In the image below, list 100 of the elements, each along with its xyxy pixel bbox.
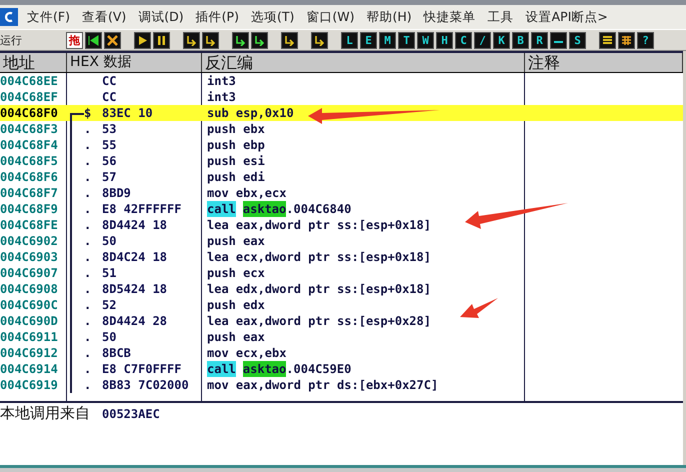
- toolbar-button[interactable]: T: [398, 32, 415, 48]
- disassembly-cell: push ebp: [207, 137, 265, 153]
- address-cell-text: 004C6907: [0, 265, 59, 281]
- address-cell-text: 004C6902: [0, 233, 59, 249]
- menu-item[interactable]: 插件(P): [190, 8, 246, 26]
- info-label: 本地调用来自: [0, 404, 90, 423]
- address-cell-text: 004C6903: [0, 249, 59, 265]
- hex-cell: 8D4424 18: [102, 217, 168, 233]
- call-keyword: call: [207, 361, 236, 377]
- address-cell-text: 004C68F9: [0, 201, 59, 217]
- disassembly-cell: lea ecx,dword ptr ss:[esp+0x18]: [207, 249, 431, 265]
- app-logo-icon: [0, 8, 18, 26]
- hex-cell: CC: [102, 89, 116, 105]
- call-address: .004C6840: [286, 201, 352, 217]
- pause-icon[interactable]: [153, 32, 170, 48]
- call-address: .004C59E0: [286, 361, 352, 377]
- marker: .: [84, 153, 92, 169]
- address-cell-text: 004C68F6: [0, 169, 59, 185]
- disassembly-cell: lea eax,dword ptr ss:[esp+0x28]: [207, 313, 431, 329]
- address-cell-text: 004C690C: [0, 297, 59, 313]
- toolbar-button[interactable]: /: [474, 32, 491, 48]
- column-header[interactable]: 地址: [0, 53, 67, 72]
- menu-item[interactable]: 窗口(W): [301, 8, 362, 26]
- toolbar-button[interactable]: ?: [637, 32, 654, 48]
- hex-cell: 55: [102, 137, 116, 153]
- marker: .: [84, 313, 92, 329]
- toolbar-button[interactable]: M: [379, 32, 396, 48]
- disassembly-cell: push ebx: [207, 121, 265, 137]
- hex-cell: 83EC 10: [102, 105, 153, 121]
- address-cell: 004C68F0: [0, 105, 67, 121]
- toolbar-button[interactable]: H: [436, 32, 453, 48]
- menu-item[interactable]: 工具: [482, 8, 521, 26]
- column-header[interactable]: 反汇编: [202, 53, 525, 72]
- list-icon[interactable]: [599, 32, 616, 48]
- close-icon[interactable]: [104, 32, 121, 48]
- marker: .: [84, 137, 92, 153]
- info-value: 00523AEC: [102, 406, 160, 423]
- hex-cell: 51: [102, 265, 116, 281]
- marker: .: [84, 185, 92, 201]
- address-cell-text: 004C690D: [0, 313, 59, 329]
- menu-item[interactable]: 帮助(H): [361, 8, 419, 26]
- menu-item[interactable]: 查看(V): [76, 8, 134, 26]
- status-label: 运行: [0, 32, 23, 48]
- dots-icon[interactable]: [550, 32, 567, 48]
- hex-cell: 50: [102, 329, 116, 345]
- toolbar-button[interactable]: L: [341, 32, 358, 48]
- hex-cell: 57: [102, 169, 116, 185]
- trace-over-icon[interactable]: [251, 32, 268, 48]
- menu-item[interactable]: 调试(D): [133, 8, 191, 26]
- marker: .: [84, 345, 92, 361]
- marker: .: [84, 297, 92, 313]
- marker: .: [84, 121, 92, 137]
- disassembly-cell: push edi: [207, 169, 265, 185]
- disassembly-cell: mov ebx,ecx: [207, 185, 286, 201]
- grid-icon[interactable]: [618, 32, 635, 48]
- step-into-icon[interactable]: [183, 32, 200, 48]
- disassembly-cell: push esi: [207, 153, 265, 169]
- address-cell-text: 004C6912: [0, 345, 59, 361]
- hex-cell: CC: [102, 73, 116, 89]
- disassembly-cell: int3: [207, 73, 236, 89]
- hex-cell: 8BCB: [102, 345, 131, 361]
- toolbar-button[interactable]: W: [417, 32, 434, 48]
- annotation-arrow: [460, 298, 498, 318]
- toolbar-button[interactable]: 拖: [66, 32, 83, 48]
- disassembly-cell: push ecx: [207, 265, 265, 281]
- play-icon[interactable]: [134, 32, 151, 48]
- disassembly-cell: lea eax,dword ptr ss:[esp+0x18]: [207, 217, 431, 233]
- column-header[interactable]: HEX 数据: [67, 53, 202, 72]
- disassembly-cell: push eax: [207, 233, 265, 249]
- hex-cell: 50: [102, 233, 116, 249]
- menu-item[interactable]: 设置API断点>: [520, 8, 615, 26]
- step-over-icon[interactable]: [202, 32, 219, 48]
- rewind-icon[interactable]: [85, 32, 102, 48]
- toolbar-button[interactable]: K: [493, 32, 510, 48]
- toolbar-button[interactable]: R: [531, 32, 548, 48]
- marker: .: [84, 329, 92, 345]
- menu-item[interactable]: 快捷菜单: [418, 8, 483, 26]
- address-cell-text: 004C6914: [0, 361, 59, 377]
- hex-cell: 56: [102, 153, 116, 169]
- column-header[interactable]: 注释: [525, 53, 683, 72]
- trace-into-icon[interactable]: [232, 32, 249, 48]
- toolbar-button[interactable]: S: [569, 32, 586, 48]
- hex-cell: E8 C7F0FFFF: [102, 361, 182, 377]
- address-cell-text: 004C68EE: [0, 73, 59, 89]
- address-cell-text: 004C6911: [0, 329, 59, 345]
- menu-item[interactable]: 文件(F): [22, 8, 77, 26]
- hex-cell: 8D4C24 18: [102, 249, 168, 265]
- call-keyword: call: [207, 201, 236, 217]
- hex-cell: 8BD9: [102, 185, 131, 201]
- menu-item[interactable]: 选项(T): [246, 8, 302, 26]
- disassembly-cell: mov eax,dword ptr ds:[ebx+0x27C]: [207, 377, 438, 393]
- call-target: asktao: [242, 201, 286, 217]
- marker: $: [84, 105, 92, 121]
- toolbar-button[interactable]: E: [360, 32, 377, 48]
- disassembly-cell: push edx: [207, 297, 265, 313]
- toolbar-button[interactable]: B: [512, 32, 529, 48]
- marker: .: [84, 265, 92, 281]
- toolbar-button[interactable]: C: [455, 32, 472, 48]
- address-cell-text: 004C68F3: [0, 121, 59, 137]
- disassembly-cell: sub esp,0x10: [207, 105, 294, 121]
